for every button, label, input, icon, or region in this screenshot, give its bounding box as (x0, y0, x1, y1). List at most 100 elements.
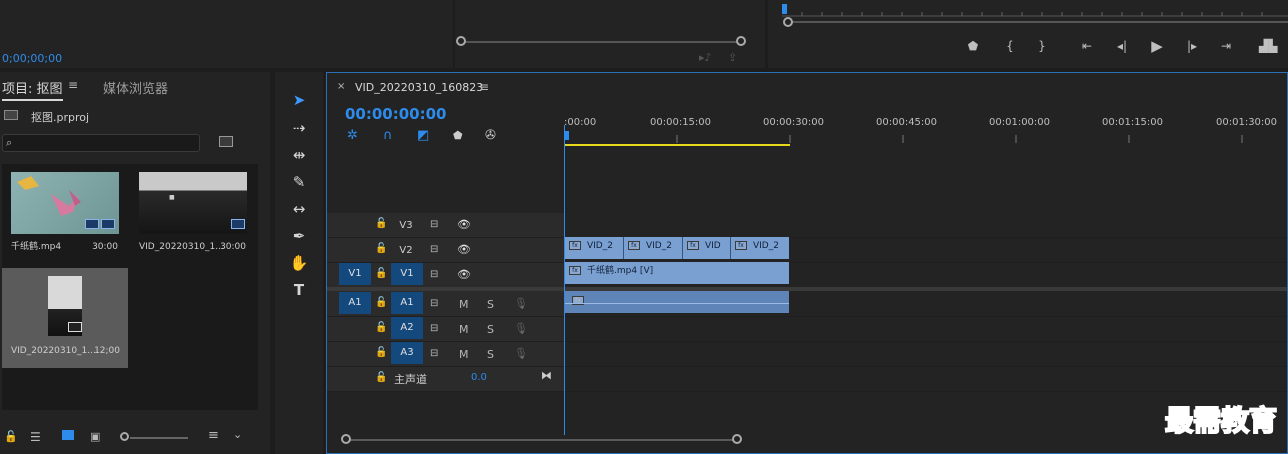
program-ruler[interactable] (782, 4, 1288, 18)
ripple-edit-tool-icon[interactable]: ⇹ (287, 143, 311, 167)
playhead[interactable] (564, 125, 565, 435)
track-name-v2: V2 (399, 245, 413, 256)
lock-icon[interactable]: 🔓 (375, 372, 387, 383)
mic-icon[interactable]: 🎙 (514, 347, 528, 360)
mute-button[interactable]: M (459, 348, 469, 361)
sync-lock-icon[interactable]: ⊟ (430, 269, 438, 280)
sync-lock-icon[interactable]: ⊟ (430, 323, 438, 334)
new-search-bin-icon[interactable] (219, 136, 233, 147)
list-item[interactable]: ■ VID_20220310_1... 30:00 (130, 164, 254, 264)
fx-badge-icon: fx (569, 266, 581, 275)
scroll-handle-right[interactable] (736, 36, 746, 46)
mark-in-icon[interactable]: { (1001, 39, 1019, 53)
video-badge-icon (85, 219, 99, 229)
zoom-slider[interactable] (130, 437, 188, 439)
chevron-down-icon[interactable]: ⌄ (233, 428, 242, 441)
lock-icon[interactable]: 🔓 (375, 243, 387, 254)
step-back-icon[interactable]: ◂| (1113, 39, 1131, 53)
solo-button[interactable]: S (487, 298, 494, 311)
add-marker-icon[interactable]: ⬟ (453, 129, 463, 142)
program-zoom-handle[interactable] (783, 17, 793, 27)
eye-icon[interactable]: 👁 (457, 268, 471, 281)
solo-button[interactable]: S (487, 348, 494, 361)
track-name-a3[interactable]: A3 (391, 342, 423, 364)
mute-button[interactable]: M (459, 323, 469, 336)
export-icon[interactable]: ⇪ (728, 51, 737, 64)
source-patch-a1[interactable]: A1 (339, 292, 371, 314)
wrench-icon[interactable]: ✇ (485, 128, 496, 143)
sync-lock-icon[interactable]: ⊟ (430, 219, 438, 230)
clip-v2[interactable]: fx VID_2 (623, 237, 682, 259)
panel-menu-icon[interactable]: ≡ (68, 78, 78, 92)
lock-icon[interactable]: 🔓 (375, 218, 387, 229)
eye-icon[interactable]: 👁 (457, 218, 471, 231)
hand-tool-icon[interactable]: ✋ (287, 251, 311, 275)
go-to-out-icon[interactable]: ⇥ (1217, 39, 1235, 53)
go-to-end-icon[interactable]: ⧓ (541, 369, 552, 382)
clip-v1[interactable]: fx 千纸鹤.mp4 [V] (564, 262, 789, 284)
mic-icon[interactable]: 🎙 (514, 322, 528, 335)
slip-tool-icon[interactable]: ↔ (287, 197, 311, 221)
timeline-zoom-handle-right[interactable] (732, 434, 742, 444)
source-timecode[interactable]: 0;00;00;00 (2, 52, 62, 65)
clip-v2[interactable]: fx VID_2 (730, 237, 789, 259)
lock-icon[interactable]: 🔓 (375, 268, 387, 279)
insert-icon[interactable]: ▟▙ (1259, 39, 1277, 53)
search-input[interactable] (2, 134, 200, 152)
scroll-track[interactable] (463, 41, 743, 43)
pen-tool-icon[interactable]: ✒ (287, 224, 311, 248)
fx-badge-icon: fx (569, 241, 581, 250)
track-name-a1[interactable]: A1 (391, 292, 423, 314)
type-tool-icon[interactable]: T (287, 278, 311, 302)
program-zoom-bar[interactable] (792, 21, 1288, 23)
razor-tool-icon[interactable]: ✎ (287, 170, 311, 194)
sort-icon[interactable]: ≡ (208, 428, 219, 443)
track-name-v1[interactable]: V1 (391, 263, 423, 285)
panel-menu-icon[interactable]: ≡ (479, 80, 489, 94)
close-icon[interactable]: × (337, 81, 345, 92)
sync-lock-icon[interactable]: ⊟ (430, 348, 438, 359)
lock-icon[interactable]: 🔓 (375, 297, 387, 308)
linked-selection-icon[interactable]: ◩ (417, 128, 429, 143)
play-icon[interactable]: ▶ (1148, 37, 1166, 55)
sync-lock-icon[interactable]: ⊟ (430, 244, 438, 255)
step-forward-icon[interactable]: |▸ (1183, 39, 1201, 53)
tab-sequence[interactable]: VID_20220310_160823 (355, 81, 483, 94)
mute-button[interactable]: M (459, 298, 469, 311)
list-view-icon[interactable]: ☰ (30, 430, 41, 444)
mic-icon[interactable]: 🎙 (514, 297, 528, 310)
mark-out-icon[interactable]: } (1033, 39, 1051, 53)
add-marker-icon[interactable]: ⬟ (964, 39, 982, 53)
eye-icon[interactable]: 👁 (457, 243, 471, 256)
list-item[interactable]: VID_20220310_1... 12;00 (2, 268, 128, 368)
scroll-handle-left[interactable] (456, 36, 466, 46)
selection-tool-icon[interactable]: ➤ (287, 88, 311, 112)
track-name-a2[interactable]: A2 (391, 317, 423, 339)
clip-v2[interactable]: fx VID_2 (564, 237, 623, 259)
clip-v2[interactable]: fx VID (682, 237, 730, 259)
freeform-view-icon[interactable]: ▣ (90, 430, 100, 443)
icon-view-icon[interactable] (62, 430, 74, 440)
play-audio-icon[interactable]: ▸♪ (699, 51, 712, 64)
time-ruler[interactable] (564, 131, 1287, 147)
playhead-timecode[interactable]: 00:00:00:00 (345, 105, 447, 123)
snap-icon[interactable]: ∩ (383, 128, 393, 143)
list-item[interactable]: 千纸鹤.mp4 30:00 (2, 164, 126, 264)
nest-icon[interactable]: ✲ (347, 128, 358, 143)
fx-badge-icon: fx (735, 241, 747, 250)
timeline-zoom-handle-left[interactable] (341, 434, 351, 444)
master-volume-value[interactable]: 0.0 (471, 372, 487, 383)
tab-project[interactable]: 项目: 抠图 (2, 78, 63, 101)
source-patch-v1[interactable]: V1 (339, 263, 371, 285)
tab-media-browser[interactable]: 媒体浏览器 (103, 78, 168, 97)
lock-icon[interactable]: 🔓 (375, 347, 387, 358)
solo-button[interactable]: S (487, 323, 494, 336)
lock-icon[interactable]: 🔓 (4, 430, 18, 443)
timeline-zoom-bar[interactable] (349, 439, 737, 441)
zoom-slider-handle[interactable] (120, 432, 129, 441)
lock-icon[interactable]: 🔓 (375, 322, 387, 333)
sync-lock-icon[interactable]: ⊟ (430, 298, 438, 309)
go-to-in-icon[interactable]: ⇤ (1078, 39, 1096, 53)
track-select-tool-icon[interactable]: ⇢ (287, 116, 311, 140)
clip-a1[interactable]: fx (564, 291, 789, 313)
